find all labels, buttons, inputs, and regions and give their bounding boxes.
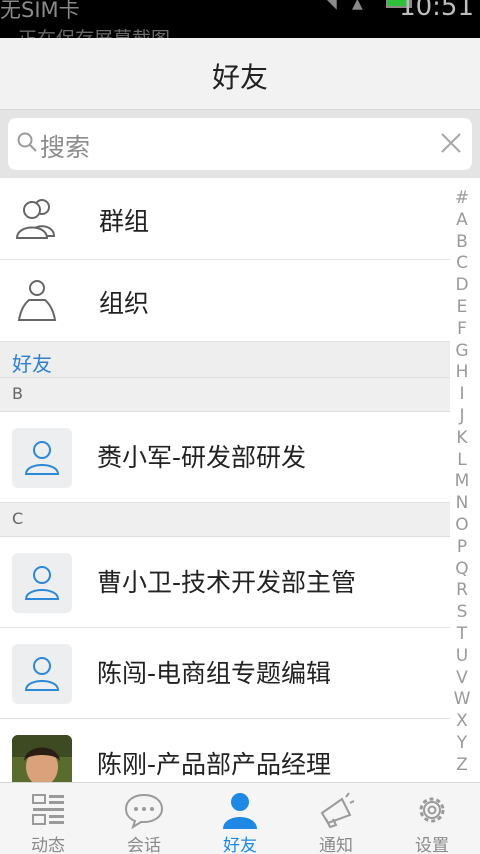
tab-feed[interactable]: 动态	[0, 783, 96, 854]
index-letter[interactable]: M	[450, 471, 474, 493]
index-letter[interactable]: Y	[450, 733, 474, 755]
letter-header-c: C	[0, 503, 450, 537]
chat-icon	[124, 793, 164, 829]
index-letter[interactable]: L	[450, 450, 474, 472]
status-bar: 无SIM卡 正在保存屏幕截图 ◥ ▲ 10:51	[0, 0, 480, 38]
index-letter[interactable]: A	[450, 210, 474, 232]
contact-name: 陈刚-产品部产品经理	[97, 750, 332, 779]
contact-row[interactable]: 曹小卫-技术开发部主管	[0, 537, 450, 628]
friends-section-title: 好友	[12, 352, 52, 376]
signal-icon: ▲	[352, 0, 363, 12]
avatar	[12, 644, 72, 704]
feed-icon	[32, 794, 64, 825]
organization-label: 组织	[99, 289, 150, 318]
index-letter[interactable]: Z	[450, 755, 474, 777]
index-letter[interactable]: K	[450, 428, 474, 450]
index-letter[interactable]: B	[450, 232, 474, 254]
index-letter[interactable]: F	[450, 319, 474, 341]
contact-name: 赉小军-研发部研发	[97, 443, 307, 472]
contact-row[interactable]: 陈闯-电商组专题编辑	[0, 628, 450, 719]
index-letter[interactable]: #	[450, 188, 474, 210]
letter-header-b: B	[0, 378, 450, 412]
default-avatar-icon	[24, 441, 60, 475]
tab-notifications[interactable]: 通知	[288, 783, 384, 854]
tab-label: 好友	[223, 836, 257, 854]
clear-icon[interactable]	[438, 130, 464, 156]
search-placeholder: 搜索	[40, 133, 91, 162]
tab-friends[interactable]: 好友	[192, 783, 288, 854]
organization-row[interactable]: 组织	[0, 260, 450, 342]
index-letter[interactable]: N	[450, 493, 474, 515]
alphabet-index[interactable]: # A B C D E F G H I J K L M N O P Q R S T U V W X Y Z	[450, 188, 474, 777]
avatar	[12, 428, 72, 488]
sim-status: 无SIM卡	[0, 0, 80, 22]
tab-label: 设置	[415, 836, 449, 854]
default-avatar-icon	[24, 566, 60, 600]
index-letter[interactable]: E	[450, 297, 474, 319]
index-letter[interactable]: C	[450, 253, 474, 275]
gear-icon	[419, 797, 445, 823]
index-letter[interactable]: H	[450, 362, 474, 384]
index-letter[interactable]: I	[450, 384, 474, 406]
index-letter[interactable]: O	[450, 515, 474, 537]
friends-section-header: 好友	[0, 342, 450, 378]
default-avatar-icon	[24, 657, 60, 691]
index-letter[interactable]: V	[450, 668, 474, 690]
index-letter[interactable]: T	[450, 624, 474, 646]
index-letter[interactable]: S	[450, 602, 474, 624]
letter-c: C	[12, 509, 24, 528]
search-bar: 搜索	[0, 110, 480, 178]
avatar	[12, 553, 72, 613]
search-icon	[17, 132, 37, 152]
clock: 10:51	[399, 0, 474, 22]
index-letter[interactable]: P	[450, 537, 474, 559]
tab-label: 会话	[127, 836, 161, 854]
bottom-tab-bar: 动态 会话 好友 通知 设置	[0, 782, 480, 854]
tab-chat[interactable]: 会话	[96, 783, 192, 854]
index-letter[interactable]: X	[450, 711, 474, 733]
tab-label: 通知	[319, 836, 353, 854]
contact-list: 群组 组织 好友 B 赉小军-研发部研发 C 曹小卫-技术开发部主管 陈闯-电商…	[0, 178, 450, 810]
letter-b: B	[12, 384, 23, 403]
groups-row[interactable]: 群组	[0, 178, 450, 260]
index-letter[interactable]: J	[450, 406, 474, 428]
megaphone-icon	[320, 792, 355, 829]
group-icon	[15, 199, 56, 239]
page-title: 好友	[211, 61, 268, 94]
screenshot-notification: 正在保存屏幕截图	[18, 24, 170, 38]
tab-label: 动态	[31, 836, 65, 854]
search-input[interactable]: 搜索	[8, 118, 472, 170]
tab-settings[interactable]: 设置	[384, 783, 480, 854]
index-letter[interactable]: D	[450, 275, 474, 297]
friends-icon	[223, 793, 257, 829]
index-letter[interactable]: G	[450, 341, 474, 363]
title-bar: 好友	[0, 38, 480, 110]
contact-name: 曹小卫-技术开发部主管	[97, 568, 357, 597]
contact-name: 陈闯-电商组专题编辑	[97, 659, 332, 688]
index-letter[interactable]: W	[450, 689, 474, 711]
groups-label: 群组	[99, 207, 150, 236]
contact-row[interactable]: 赉小军-研发部研发	[0, 412, 450, 503]
index-letter[interactable]: Q	[450, 559, 474, 581]
index-letter[interactable]: U	[450, 646, 474, 668]
org-icon	[17, 280, 57, 321]
index-letter[interactable]: R	[450, 580, 474, 602]
wifi-icon: ◥	[326, 0, 337, 12]
